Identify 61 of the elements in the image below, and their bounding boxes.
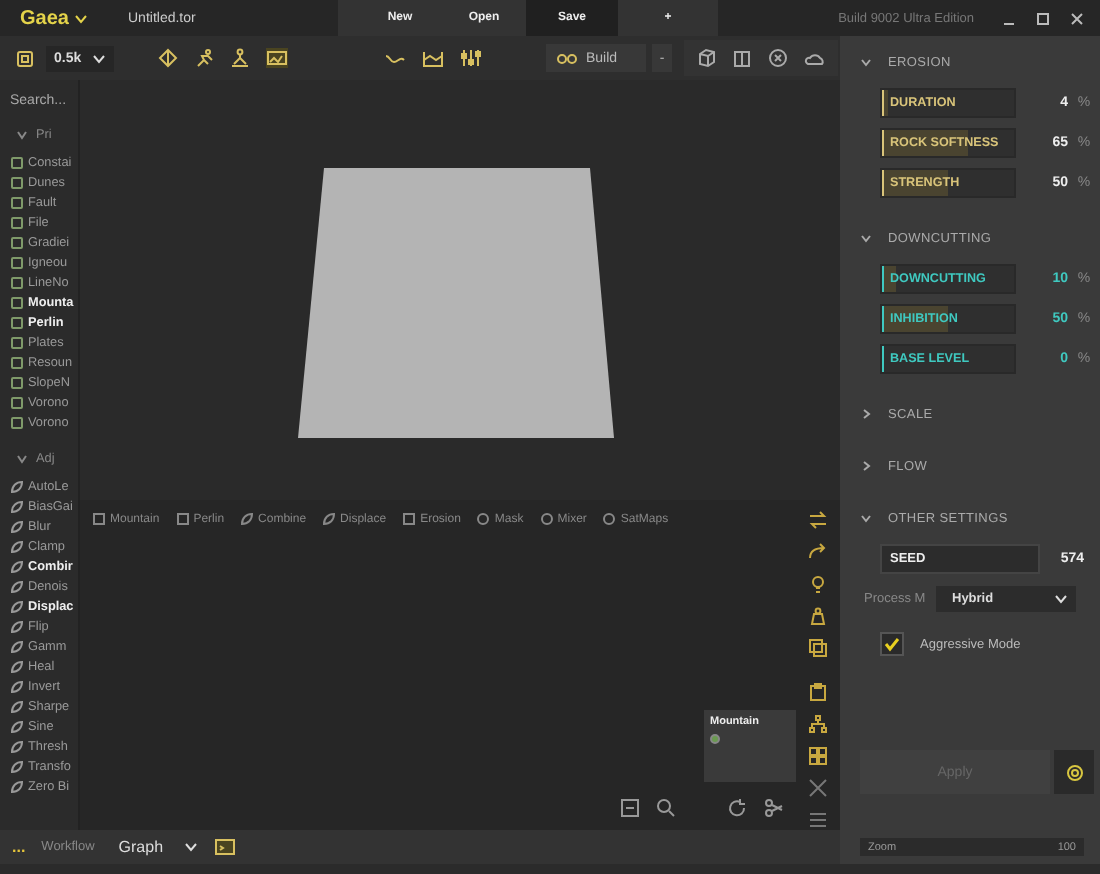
runner-icon[interactable]	[194, 48, 214, 68]
clipboard-icon[interactable]	[808, 682, 828, 702]
search-icon[interactable]	[656, 798, 676, 818]
focus-icon[interactable]	[16, 49, 34, 67]
chevron-icon[interactable]	[1054, 593, 1068, 603]
cross-icon[interactable]	[808, 778, 828, 798]
copy-icon[interactable]	[808, 638, 828, 658]
square-icon	[10, 175, 24, 189]
circle-icon	[476, 512, 491, 526]
leaf-icon	[322, 512, 337, 526]
square-icon	[402, 512, 417, 526]
circle-icon	[539, 512, 554, 526]
square-icon	[10, 415, 24, 429]
square-icon	[175, 512, 190, 526]
check-icon	[884, 636, 900, 652]
square-icon	[10, 375, 24, 389]
checkbox[interactable]	[880, 632, 904, 656]
cloud-icon[interactable]	[804, 48, 826, 68]
diamond-icon[interactable]	[158, 48, 178, 68]
workflow-dropdown[interactable]: Graph	[118, 838, 198, 856]
weight-icon[interactable]	[808, 606, 828, 626]
square-icon	[10, 395, 24, 409]
square-icon	[10, 235, 24, 249]
leaf-icon	[240, 512, 255, 526]
square-icon	[92, 512, 106, 526]
image-icon[interactable]	[266, 48, 288, 68]
link-icon	[556, 51, 578, 65]
square-icon	[10, 335, 24, 349]
chart-icon[interactable]	[422, 48, 444, 68]
frame-icon[interactable]	[620, 798, 640, 818]
square-icon	[10, 195, 24, 209]
square-icon	[10, 295, 24, 309]
scissors-icon[interactable]	[764, 798, 784, 818]
square-icon	[10, 315, 24, 329]
square-icon	[10, 355, 24, 369]
square-icon	[10, 155, 24, 169]
cube-icon[interactable]	[696, 48, 716, 68]
refresh-icon[interactable]	[728, 798, 748, 818]
menu-icon[interactable]	[808, 810, 828, 830]
grid-icon[interactable]	[808, 746, 828, 766]
square-icon	[10, 215, 24, 229]
square-icon	[10, 255, 24, 269]
swap-icon[interactable]	[808, 510, 828, 530]
terminal-icon[interactable]	[213, 838, 236, 856]
redo-icon[interactable]	[808, 542, 828, 562]
target-icon	[1065, 763, 1083, 781]
hierarchy-icon[interactable]	[808, 714, 828, 734]
chevron-icon[interactable]	[92, 53, 106, 63]
sliders-icon[interactable]	[460, 48, 482, 68]
port-icon[interactable]	[710, 734, 720, 744]
more-button[interactable]: ...	[12, 838, 26, 856]
chevron-icon[interactable]	[183, 842, 198, 852]
app-logo[interactable]: Gaea	[20, 7, 69, 29]
square-icon	[10, 275, 24, 289]
maximize-icon[interactable]	[1036, 11, 1050, 25]
circle-icon	[602, 512, 617, 526]
close-icon[interactable]	[1070, 11, 1084, 25]
caret-icon[interactable]	[74, 13, 89, 23]
target-button[interactable]	[1054, 750, 1094, 794]
cancel-icon[interactable]	[768, 48, 788, 68]
bulb-icon[interactable]	[808, 574, 828, 594]
